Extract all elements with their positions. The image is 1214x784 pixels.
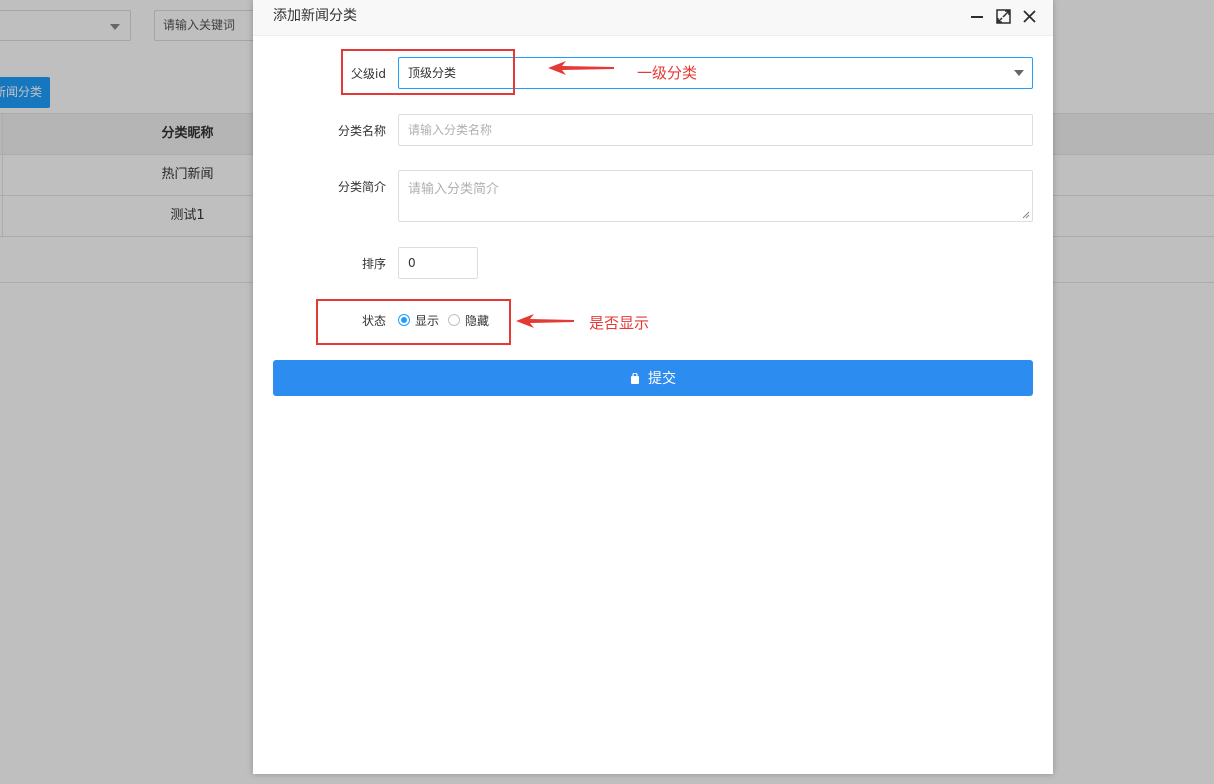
category-name-label: 分类名称 [337,124,386,138]
annotation-arrow-icon [548,61,614,75]
submit-button[interactable]: 提交 [273,360,1033,396]
annotation-box-parent [341,49,515,95]
chevron-down-icon [1014,70,1024,76]
category-name-input[interactable]: 请输入分类名称 [398,114,1033,146]
maximize-icon[interactable] [994,7,1012,25]
annotation-box-status [316,299,511,345]
modal-header: 添加新闻分类 [253,0,1053,36]
annotation-parent-note: 一级分类 [637,64,698,82]
sort-label: 排序 [361,257,386,271]
shopping-bag-icon [631,372,639,384]
annotation-arrow-icon [516,314,574,328]
category-desc-label: 分类简介 [337,180,386,194]
category-desc-textarea[interactable]: 请输入分类简介 [398,170,1033,222]
resize-grip-icon[interactable] [1022,211,1030,219]
add-category-modal: 添加新闻分类 父级id 顶级分类 分类名称 请输入分类名称 分类简介 请输入分类… [253,0,1053,774]
category-name-placeholder: 请输入分类名称 [408,123,493,137]
sort-input[interactable]: 0 [398,247,478,279]
close-icon[interactable] [1020,7,1038,25]
sort-value: 0 [408,256,416,270]
annotation-status-note: 是否显示 [589,314,650,332]
minimize-icon[interactable] [968,7,986,25]
submit-label: 提交 [648,371,676,387]
modal-title: 添加新闻分类 [273,8,357,24]
category-desc-placeholder: 请输入分类简介 [408,182,500,197]
